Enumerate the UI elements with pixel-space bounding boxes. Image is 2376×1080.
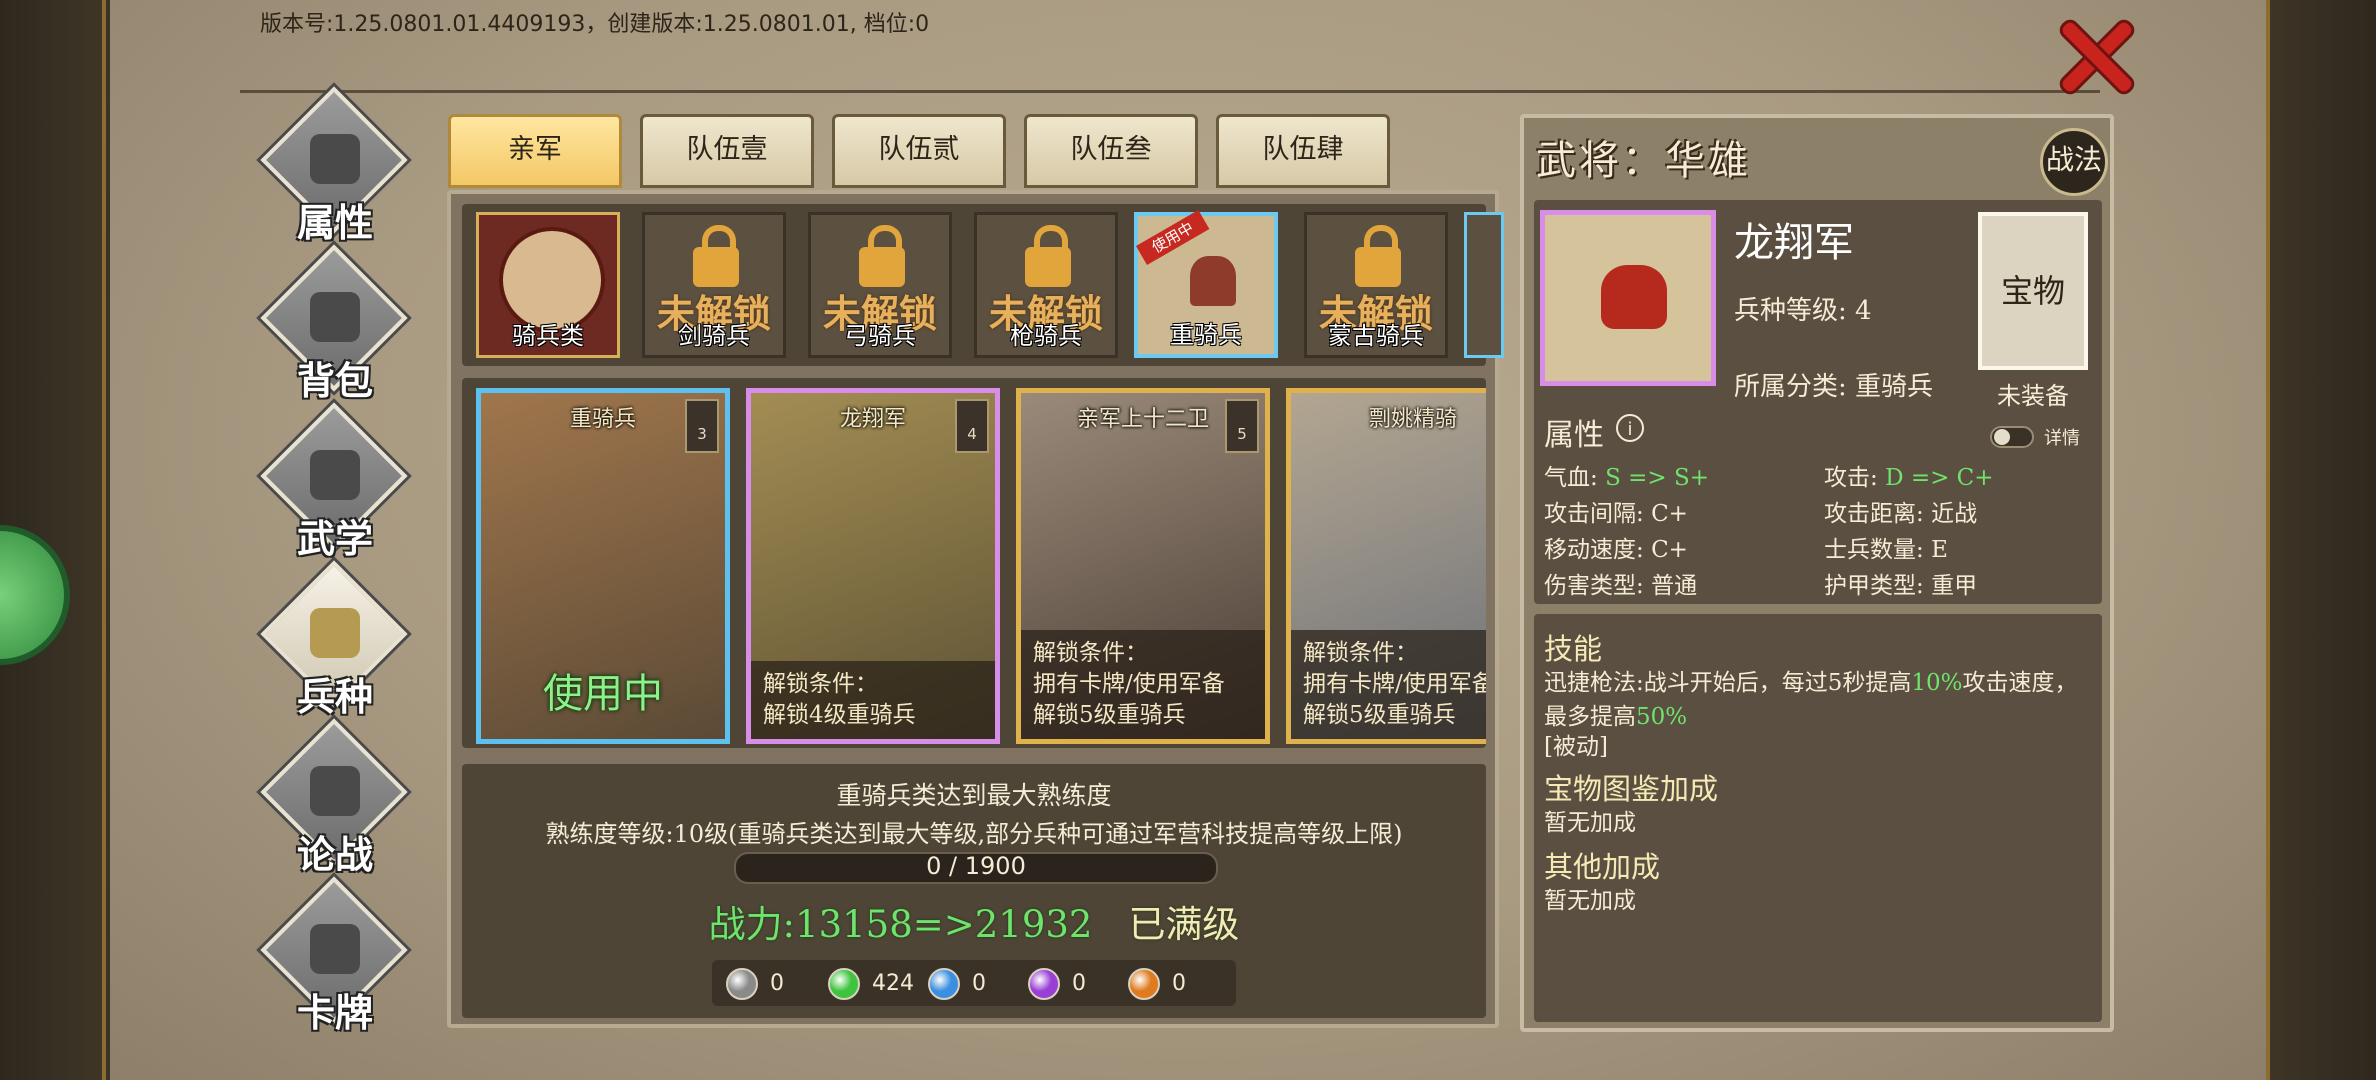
tab-guard[interactable]: 亲军 (448, 114, 622, 188)
lock-icon (1025, 225, 1071, 287)
divider (240, 90, 2100, 93)
tab-team-1[interactable]: 队伍壹 (640, 114, 814, 188)
orb-icon (1128, 968, 1160, 1000)
troop-card[interactable]: 亲军上十二卫 5 解锁条件： 拥有卡牌/使用军备 解锁5级重骑兵 (1016, 388, 1270, 744)
orb-icon (828, 968, 860, 1000)
stat-move-speed: 移动速度: C+ (1544, 537, 1688, 563)
unlock-condition: 解锁条件： 拥有卡牌/使用军备 解锁5级重骑兵 (1021, 630, 1265, 739)
level-badge: 3 (685, 399, 719, 453)
in-use-label: 使用中 (543, 671, 663, 717)
unlock-condition: 解锁条件： 解锁4级重骑兵 (751, 661, 995, 739)
level-badge: 5 (1225, 399, 1259, 453)
chat-icon (310, 766, 360, 816)
tab-team-3[interactable]: 队伍叁 (1024, 114, 1198, 188)
power-text: 战力:13158=>21932 已满级 (708, 903, 1240, 946)
troop-card[interactable]: 龙翔军 4 解锁条件： 解锁4级重骑兵 (746, 388, 1000, 744)
mastery-detail: 熟练度等级:10级(重骑兵类达到最大等级,部分兵种可通过军营科技提高等级上限) (545, 820, 1403, 848)
lock-icon (693, 225, 739, 287)
treasure-bonus-title: 宝物图鉴加成 (1544, 772, 1719, 806)
unit-category-cavalry[interactable]: 骑兵类 (476, 212, 620, 358)
person-icon (310, 134, 360, 184)
level-badge: 4 (955, 399, 989, 453)
nav-troops[interactable]: 兵种 (260, 560, 410, 724)
close-button[interactable] (2052, 12, 2136, 96)
unit-portrait (1540, 210, 1716, 386)
stat-attack-range: 攻击距离: 近战 (1824, 501, 1978, 527)
rider-icon (1190, 256, 1236, 306)
bag-icon (310, 292, 360, 342)
detail-toggle[interactable] (1990, 426, 2034, 448)
troop-cards: 重骑兵 3 使用中 龙翔军 4 解锁条件： 解锁4级重骑兵 亲军上十二卫 5 解锁… (462, 378, 1486, 748)
right-frame (2266, 0, 2376, 1080)
nav-cards[interactable]: 卡牌 (260, 876, 410, 1040)
other-bonus-title: 其他加成 (1544, 850, 1661, 884)
unit-mongol-cavalry[interactable]: 未解锁 蒙古骑兵 (1304, 212, 1448, 358)
stat-hp: 气血: S => S+ (1544, 465, 1710, 491)
unit-level: 兵种等级: 4 (1734, 296, 1872, 326)
max-level-label: 已满级 (1128, 903, 1240, 946)
unlock-condition: 解锁条件： 拥有卡牌/使用军备 解锁5级重骑兵 (1291, 630, 1486, 739)
troop-card[interactable]: 重骑兵 3 使用中 (476, 388, 730, 744)
book-icon (310, 450, 360, 500)
version-text: 版本号:1.25.0801.01.4409193，创建版本:1.25.0801.… (260, 12, 930, 37)
skill-description: 迅捷枪法:战斗开始后，每过5秒提高10%攻击速度，最多提高50% (1544, 670, 2078, 730)
in-use-ribbon: 使用中 (1136, 210, 1210, 266)
unit-type-strip: 骑兵类 未解锁 剑骑兵 未解锁 弓骑兵 未解锁 枪骑兵 使用中 重骑兵 未解锁 … (462, 204, 1504, 366)
unit-spear-cavalry[interactable]: 未解锁 枪骑兵 (974, 212, 1118, 358)
nav-martial[interactable]: 武学 (260, 402, 410, 566)
unit-name: 龙翔军 (1734, 220, 1854, 266)
general-title: 武将：华雄 (1536, 138, 1751, 184)
stat-attack-interval: 攻击间隔: C+ (1544, 501, 1688, 527)
currency-bar: 0 424 0 0 0 (712, 960, 1236, 1006)
treasure-slot[interactable]: 宝物 (1978, 212, 2088, 370)
attr-title: 属性 (1544, 418, 1604, 453)
stat-attack: 攻击: D => C+ (1824, 465, 1994, 491)
unit-class: 所属分类: 重骑兵 (1734, 372, 1934, 402)
nav-bag[interactable]: 背包 (260, 244, 410, 408)
orb-icon (1028, 968, 1060, 1000)
lock-icon (1355, 225, 1401, 287)
mastery-panel: 重骑兵类达到最大熟练度 熟练度等级:10级(重骑兵类达到最大等级,部分兵种可通过… (462, 764, 1486, 1018)
other-bonus-text: 暂无加成 (1544, 888, 1636, 914)
stat-damage-type: 伤害类型: 普通 (1544, 573, 1698, 599)
lock-icon (859, 225, 905, 287)
cards-icon (310, 924, 360, 974)
orb-icon (726, 968, 758, 1000)
unit-heavy-cavalry[interactable]: 使用中 重骑兵 (1134, 210, 1278, 358)
tactic-button[interactable]: 战法 (2040, 128, 2108, 196)
orb-icon (928, 968, 960, 1000)
skill-tag: [被动] (1544, 734, 1608, 760)
unit-sword-cavalry[interactable]: 未解锁 剑骑兵 (642, 212, 786, 358)
troop-card[interactable]: 剽姚精骑 解锁条件： 拥有卡牌/使用军备 解锁5级重骑兵 (1286, 388, 1486, 744)
tab-team-2[interactable]: 队伍贰 (832, 114, 1006, 188)
unit-next-partial[interactable] (1464, 212, 1504, 358)
stat-soldier-count: 士兵数量: E (1824, 537, 1948, 563)
detail-label: 详情 (2044, 428, 2080, 449)
skill-title: 技能 (1544, 632, 1603, 666)
info-icon[interactable]: i (1616, 414, 1644, 442)
stat-armor-type: 护甲类型: 重甲 (1824, 573, 1978, 599)
treasure-state: 未装备 (1997, 382, 2069, 410)
tab-team-4[interactable]: 队伍肆 (1216, 114, 1390, 188)
unit-bow-cavalry[interactable]: 未解锁 弓骑兵 (808, 212, 952, 358)
nav-debate[interactable]: 论战 (260, 718, 410, 882)
treasure-bonus-text: 暂无加成 (1544, 810, 1636, 836)
mastery-title: 重骑兵类达到最大熟练度 (836, 781, 1112, 810)
rider-icon (1601, 265, 1667, 329)
cavalry-icon (310, 608, 360, 658)
mastery-progress-bar: 0 / 1900 (734, 852, 1218, 884)
nav-attributes[interactable]: 属性 (260, 86, 410, 250)
